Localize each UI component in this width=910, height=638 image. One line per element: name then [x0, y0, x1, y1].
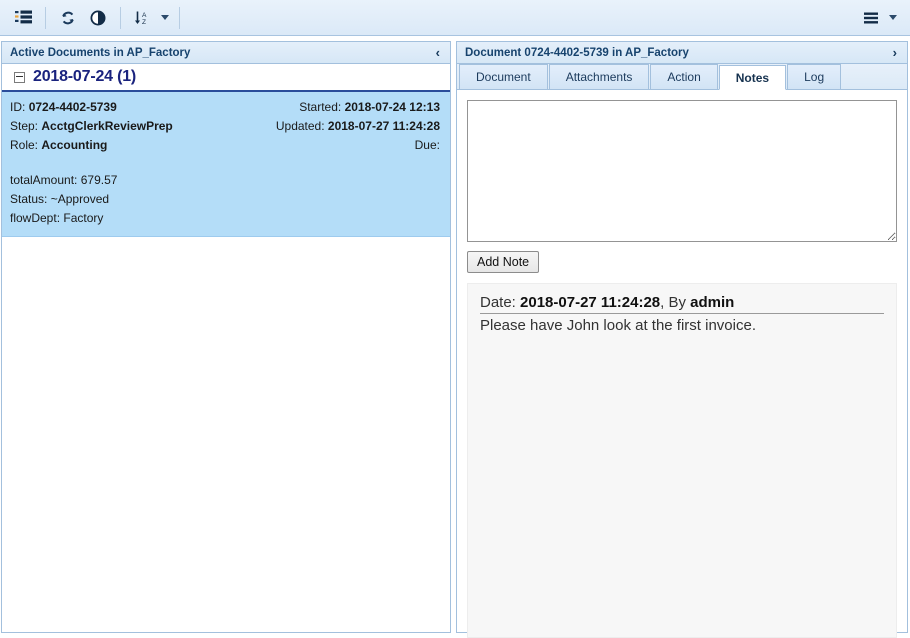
document-group-header[interactable]: 2018-07-24 (1) — [2, 64, 450, 92]
toolbar-left-group: A Z — [0, 4, 187, 32]
toolbar-separator-1 — [45, 7, 46, 29]
document-total-amount-value: 679.57 — [81, 173, 118, 187]
document-total-amount-row: totalAmount: 679.57 — [10, 171, 440, 190]
note-date-value: 2018-07-27 11:24:28 — [520, 294, 660, 311]
document-id-row: ID: 0724-4402-5739 Started: 2018-07-24 1… — [10, 98, 440, 117]
document-due: Due: — [415, 136, 440, 155]
toolbar-right-group — [856, 4, 910, 32]
document-step-value: AcctgClerkReviewPrep — [41, 119, 172, 133]
right-panel-title: Document 0724-4402-5739 in AP_Factory — [465, 47, 891, 59]
document-detail-panel: Document 0724-4402-5739 in AP_Factory › … — [456, 41, 908, 633]
note-by-prefix: , By — [660, 294, 690, 311]
document-status-row: Status: ~Approved — [10, 190, 440, 209]
chevron-down-icon — [889, 15, 897, 20]
toolbar-separator-2 — [120, 7, 121, 29]
document-flow-dept-row: flowDept: Factory — [10, 209, 440, 228]
document-id-label: ID: — [10, 100, 25, 114]
collapse-left-panel-icon[interactable]: ‹ — [434, 46, 442, 59]
tab-document[interactable]: Document — [459, 64, 548, 89]
document-updated-label: Updated: — [276, 119, 325, 133]
tab-attachments[interactable]: Attachments — [549, 64, 650, 89]
left-panel-header: Active Documents in AP_Factory ‹ — [2, 42, 450, 64]
note-author: admin — [690, 294, 734, 311]
document-group-label: 2018-07-24 (1) — [33, 68, 136, 86]
document-id-value: 0724-4402-5739 — [29, 100, 117, 114]
svg-text:A: A — [142, 12, 147, 19]
note-meta: Date: 2018-07-27 11:24:28, By admin — [480, 294, 884, 314]
document-list-item[interactable]: ID: 0724-4402-5739 Started: 2018-07-24 1… — [2, 92, 450, 237]
document-role-value: Accounting — [41, 138, 107, 152]
refresh-icon[interactable] — [53, 4, 83, 32]
document-list[interactable]: 2018-07-24 (1) ID: 0724-4402-5739 Starte… — [2, 64, 450, 632]
menu-dropdown-caret-icon[interactable] — [886, 5, 900, 31]
add-note-button[interactable]: Add Note — [467, 251, 539, 273]
status-badge: ~Approved — [51, 192, 109, 206]
document-updated: Updated: 2018-07-27 11:24:28 — [276, 117, 440, 136]
tab-action[interactable]: Action — [650, 64, 717, 89]
sort-az-icon[interactable]: A Z — [128, 4, 158, 32]
document-id: ID: 0724-4402-5739 — [10, 98, 117, 117]
chevron-down-icon — [161, 15, 169, 20]
document-role: Role: Accounting — [10, 136, 107, 155]
document-step-label: Step: — [10, 119, 38, 133]
note-input[interactable] — [467, 100, 897, 242]
document-status-label: Status: — [10, 192, 47, 206]
contrast-icon[interactable] — [83, 4, 113, 32]
document-updated-value: 2018-07-27 11:24:28 — [328, 119, 440, 133]
left-panel-title: Active Documents in AP_Factory — [10, 47, 434, 59]
document-started-value: 2018-07-24 12:13 — [345, 100, 440, 114]
document-flow-dept-value: Factory — [63, 211, 103, 225]
note-body: Please have John look at the first invoi… — [480, 314, 884, 336]
document-step: Step: AcctgClerkReviewPrep — [10, 117, 173, 136]
notes-list[interactable]: Date: 2018-07-27 11:24:28, By admin Plea… — [467, 283, 897, 638]
document-role-row: Role: Accounting Due: — [10, 136, 440, 155]
document-step-row: Step: AcctgClerkReviewPrep Updated: 2018… — [10, 117, 440, 136]
document-total-amount-label: totalAmount: — [10, 173, 77, 187]
list-view-icon[interactable] — [8, 4, 38, 32]
collapse-group-icon[interactable] — [14, 72, 25, 83]
note-date-prefix: Date: — [480, 294, 520, 311]
sort-dropdown-caret-icon[interactable] — [158, 5, 172, 31]
tab-log[interactable]: Log — [787, 64, 841, 89]
right-panel-header: Document 0724-4402-5739 in AP_Factory › — [457, 42, 907, 64]
top-toolbar: A Z — [0, 0, 910, 36]
hamburger-menu-icon[interactable] — [856, 4, 886, 32]
document-flow-dept-label: flowDept: — [10, 211, 60, 225]
active-documents-panel: Active Documents in AP_Factory ‹ 2018-07… — [1, 41, 451, 633]
toolbar-separator-3 — [179, 7, 180, 29]
detail-tab-bar: Document Attachments Action Notes Log — [457, 64, 907, 90]
svg-text:Z: Z — [142, 19, 146, 26]
notes-tab-pane: Add Note Date: 2018-07-27 11:24:28, By a… — [457, 90, 907, 632]
document-due-label: Due: — [415, 138, 440, 152]
document-role-label: Role: — [10, 138, 38, 152]
document-started-label: Started: — [299, 100, 341, 114]
document-started: Started: 2018-07-24 12:13 — [299, 98, 440, 117]
note-list-item: Date: 2018-07-27 11:24:28, By admin Plea… — [480, 294, 884, 336]
document-field-spacer — [10, 155, 440, 171]
tab-notes[interactable]: Notes — [719, 65, 786, 90]
expand-right-panel-icon[interactable]: › — [891, 46, 899, 59]
